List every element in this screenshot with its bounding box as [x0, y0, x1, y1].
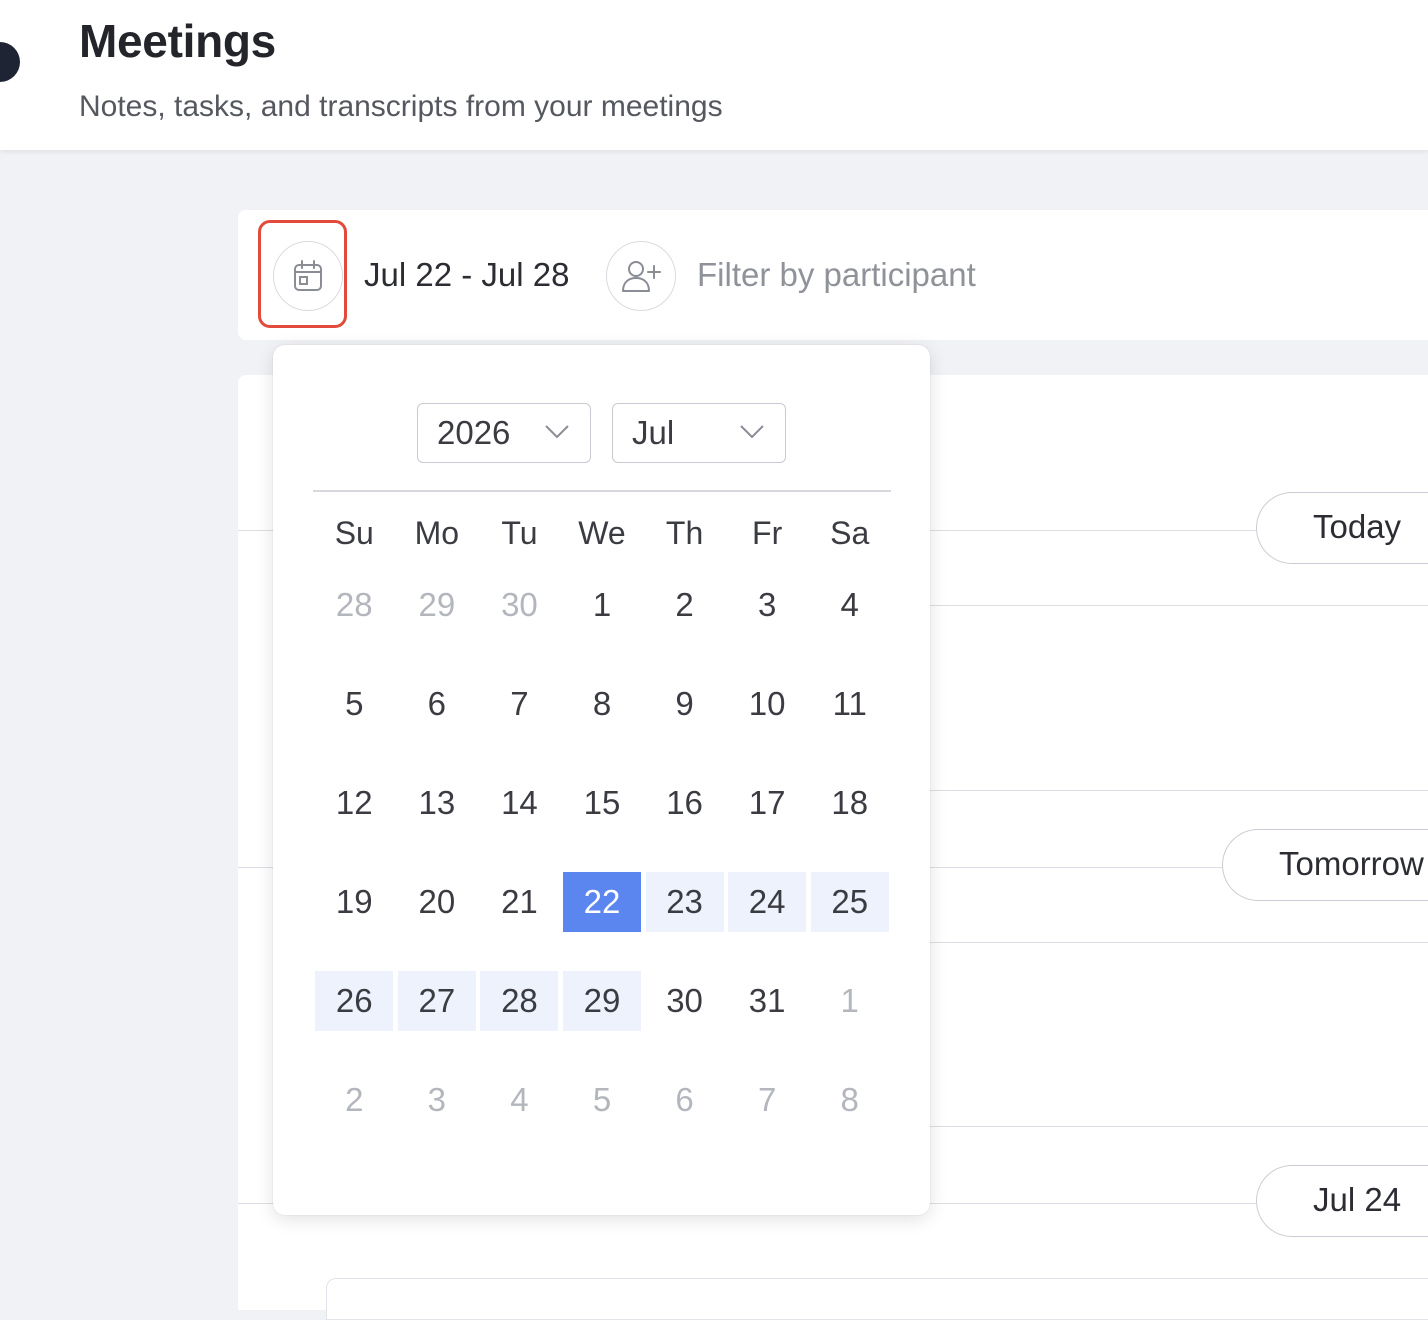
day-cell[interactable]: 9 [646, 674, 724, 734]
weekday-label: Fr [752, 515, 783, 551]
day-cell-in-range[interactable]: 28 [480, 971, 559, 1031]
day-cell[interactable]: 8 [563, 674, 641, 734]
weekday-label: Su [334, 515, 374, 551]
day-cell-in-range[interactable]: 29 [563, 971, 641, 1031]
day-cell[interactable]: 31 [728, 971, 806, 1031]
day-cell[interactable]: 15 [563, 773, 641, 833]
date-range-button[interactable] [273, 241, 343, 311]
add-person-icon [622, 261, 661, 292]
day-cell[interactable]: 14 [480, 773, 558, 833]
day-cell[interactable]: 4 [811, 575, 889, 635]
day-cell[interactable]: 2 [315, 1070, 393, 1130]
day-cell[interactable]: 11 [811, 674, 889, 734]
timeline-divider [930, 605, 1428, 606]
day-cell[interactable]: 8 [811, 1070, 889, 1130]
year-select-value: 2026 [437, 414, 511, 451]
timeline-divider [930, 942, 1428, 943]
date-picker-popover: 2026 Jul Su Mo Tu We Th Fr Sa 28 29 30 1 2 3 4 5 6 7 8 9 1… [273, 345, 930, 1215]
timeline-divider [930, 790, 1428, 791]
weekday-label: Tu [501, 515, 538, 551]
day-cell[interactable]: 30 [480, 575, 558, 635]
day-label-tomorrow: Tomorrow [1222, 829, 1428, 901]
avatar[interactable] [0, 42, 20, 82]
day-cell-in-range[interactable]: 25 [810, 872, 889, 932]
weekday-label: We [578, 515, 626, 551]
day-cell[interactable]: 18 [811, 773, 889, 833]
weekday-header: Su Mo Tu We Th Fr Sa [313, 515, 891, 559]
participant-filter-placeholder[interactable]: Filter by participant [697, 256, 976, 294]
day-cell[interactable]: 2 [646, 575, 724, 635]
participant-filter-button[interactable] [606, 241, 676, 311]
day-cell-in-range[interactable]: 27 [397, 971, 476, 1031]
day-cell-selected[interactable]: 22 [563, 872, 641, 932]
day-cell[interactable]: 12 [315, 773, 393, 833]
day-cell[interactable]: 5 [563, 1070, 641, 1130]
chevron-down-icon [545, 425, 569, 439]
day-cell[interactable]: 7 [480, 674, 558, 734]
day-cell[interactable]: 1 [811, 971, 889, 1031]
day-cell[interactable]: 28 [315, 575, 393, 635]
day-cell[interactable]: 20 [398, 872, 476, 932]
weekday-label: Mo [414, 515, 460, 551]
day-label-today: Today [1256, 492, 1428, 564]
day-cell[interactable]: 6 [398, 674, 476, 734]
day-cell[interactable]: 4 [480, 1070, 558, 1130]
month-select-value: Jul [632, 414, 675, 451]
day-cell[interactable]: 7 [728, 1070, 806, 1130]
weekday-label: Th [665, 515, 704, 551]
day-cell[interactable]: 13 [398, 773, 476, 833]
divider [313, 490, 891, 492]
year-select[interactable]: 2026 [417, 403, 591, 463]
day-cell[interactable]: 6 [646, 1070, 724, 1130]
day-cell[interactable]: 17 [728, 773, 806, 833]
day-cell[interactable]: 10 [728, 674, 806, 734]
page-header: Meetings Notes, tasks, and transcripts f… [0, 0, 1428, 150]
day-cell[interactable]: 16 [646, 773, 724, 833]
day-cell[interactable]: 3 [398, 1070, 476, 1130]
day-label-date: Jul 24 [1256, 1165, 1428, 1237]
day-cell[interactable]: 3 [728, 575, 806, 635]
page-title: Meetings [79, 15, 276, 67]
timeline-divider [930, 1126, 1428, 1127]
day-cell-in-range[interactable]: 23 [645, 872, 724, 932]
day-cell-in-range[interactable]: 24 [728, 872, 807, 932]
calendar-icon [294, 260, 322, 291]
day-cell-in-range[interactable]: 26 [315, 971, 394, 1031]
month-select[interactable]: Jul [612, 403, 786, 463]
meeting-card[interactable] [326, 1278, 1428, 1320]
calendar-grid: 28 29 30 1 2 3 4 5 6 7 8 9 10 11 12 13 14 15 16 17 18 19 20 21 2… [313, 575, 891, 1175]
day-cell[interactable]: 1 [563, 575, 641, 635]
weekday-label: Sa [830, 515, 870, 551]
day-cell[interactable]: 19 [315, 872, 393, 932]
day-cell[interactable]: 21 [480, 872, 558, 932]
day-cell[interactable]: 5 [315, 674, 393, 734]
page-subtitle: Notes, tasks, and transcripts from your … [79, 90, 723, 123]
date-range-label[interactable]: Jul 22 - Jul 28 [364, 256, 569, 294]
day-cell[interactable]: 30 [646, 971, 724, 1031]
day-cell[interactable]: 29 [398, 575, 476, 635]
chevron-down-icon [740, 425, 764, 439]
